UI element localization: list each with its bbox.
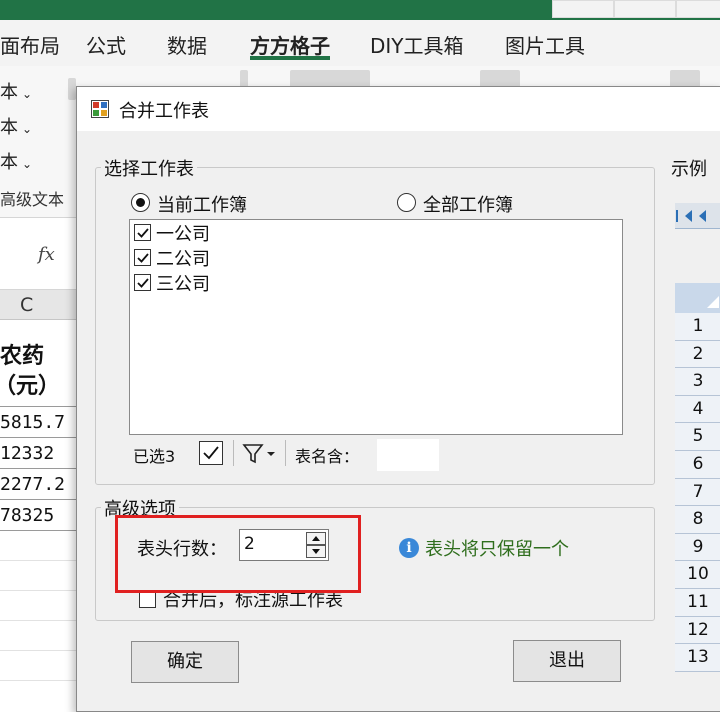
merge-sheets-dialog: 合并工作表 选择工作表 当前工作簿 全部工作簿 一公司 二公司 三公司 已选3 … (76, 86, 720, 712)
dialog-title: 合并工作表 (119, 101, 209, 122)
window-control-button[interactable] (552, 0, 614, 18)
sheet-name: 三公司 (156, 274, 210, 295)
ribbon-group-label: 高级文本 (0, 190, 65, 209)
check-icon (137, 228, 149, 238)
mark-source-checkbox[interactable] (139, 591, 156, 608)
ribbon-tab-bar: 面布局 公式 数据 方方格子 DIY工具箱 图片工具 (0, 20, 720, 66)
cell-value[interactable]: 5815.7 (0, 412, 65, 433)
sheet-list[interactable]: 一公司 二公司 三公司 (129, 219, 623, 435)
dialog-title-bar[interactable]: 合并工作表 (77, 87, 720, 131)
sample-row-number: 4 (675, 395, 720, 424)
sample-row-number: 11 (675, 589, 720, 617)
chevron-down-icon: ⌄ (22, 122, 33, 136)
filter-icon (242, 444, 275, 464)
sheet-checkbox[interactable] (134, 274, 151, 291)
sample-label: 示例 (671, 159, 707, 180)
sample-row-number: 13 (675, 644, 720, 672)
ribbon-item[interactable]: 本 ⌄ (0, 78, 32, 104)
filter-dropdown-button[interactable] (241, 441, 279, 467)
toolbar-separator (285, 440, 286, 466)
sample-row-number: 12 (675, 616, 720, 645)
sample-grid: 1 2 3 4 5 6 7 8 9 10 11 12 13 (675, 283, 720, 672)
radio-current-workbook-dot[interactable] (131, 193, 150, 212)
check-icon (203, 446, 219, 460)
radio-all-workbooks-label: 全部工作簿 (423, 195, 513, 216)
highlight-annotation (115, 515, 361, 593)
active-tab-indicator (250, 56, 330, 60)
exit-button[interactable]: 退出 (513, 640, 621, 682)
sample-row-number: 3 (675, 368, 720, 396)
tab-formulas[interactable]: 公式 (86, 30, 126, 59)
radio-current-workbook-label: 当前工作簿 (157, 195, 247, 216)
select-all-checkbox[interactable] (199, 441, 223, 465)
sample-row-number: 9 (675, 533, 720, 562)
toolbar-separator (233, 440, 234, 466)
sample-sheet-nav (675, 203, 720, 229)
sample-row-number: 2 (675, 340, 720, 369)
ok-button[interactable]: 确定 (131, 641, 239, 683)
ribbon-item[interactable]: 本 ⌄ (0, 148, 32, 174)
worksheet-cells: 农药 （元） 5815.7 12332 2277.2 78325 (0, 320, 80, 712)
app-icon (91, 100, 109, 118)
select-sheets-group-label: 选择工作表 (101, 155, 197, 181)
cell-border (0, 650, 76, 651)
cell-border (0, 406, 76, 407)
name-contains-input[interactable] (377, 439, 439, 471)
cell-header-text: 农药 (0, 344, 45, 369)
tab-fangfang-gezi[interactable]: 方方格子 (250, 30, 330, 59)
selected-count: 已选3 (133, 447, 176, 466)
sample-row-number: 1 (675, 313, 720, 341)
check-icon (137, 278, 149, 288)
sample-row-number: 5 (675, 423, 720, 451)
ribbon-item[interactable]: 本 ⌄ (0, 113, 32, 139)
radio-all-workbooks-dot[interactable] (397, 193, 416, 212)
prev-sheet-icon[interactable] (699, 210, 706, 222)
name-contains-label: 表名含： (295, 447, 360, 466)
window-control-button[interactable] (676, 0, 720, 18)
cell-border (0, 468, 76, 469)
cell-value[interactable]: 12332 (0, 443, 54, 464)
sample-row-number: 10 (675, 561, 720, 589)
cell-border (0, 499, 76, 500)
cell-border (0, 437, 76, 438)
check-icon (137, 253, 149, 263)
cell-value[interactable]: 78325 (0, 505, 54, 526)
cell-border (0, 680, 76, 681)
sample-grid-corner (675, 283, 720, 313)
cell-value[interactable]: 2277.2 (0, 474, 65, 495)
ribbon-tool-icon[interactable] (68, 78, 76, 100)
first-sheet-icon[interactable] (676, 210, 692, 222)
window-control-button[interactable] (614, 0, 676, 18)
info-text: 表头将只保留一个 (425, 539, 569, 560)
tab-diy-toolbox[interactable]: DIY工具箱 (370, 30, 464, 59)
column-header[interactable]: C (0, 290, 80, 320)
tab-data[interactable]: 数据 (167, 30, 207, 59)
cell-border (0, 530, 76, 531)
sample-row-number: 8 (675, 506, 720, 534)
chevron-down-icon: ⌄ (22, 87, 33, 101)
sheet-name: 二公司 (156, 249, 210, 270)
chevron-down-icon: ⌄ (22, 157, 33, 171)
sample-row-number: 6 (675, 451, 720, 479)
tab-page-layout[interactable]: 面布局 (0, 30, 60, 59)
cell-border (0, 560, 76, 561)
cell-border (0, 620, 76, 621)
cell-header-text: （元） (0, 374, 61, 399)
sample-row-number: 7 (675, 478, 720, 507)
sheet-checkbox[interactable] (134, 249, 151, 266)
function-icon[interactable]: fx (38, 244, 55, 265)
cell-border (0, 590, 76, 591)
info-icon: i (399, 538, 419, 558)
sheet-name: 一公司 (156, 224, 210, 245)
tab-picture-tools[interactable]: 图片工具 (505, 30, 585, 59)
sheet-checkbox[interactable] (134, 224, 151, 241)
excel-title-bar (0, 0, 720, 20)
